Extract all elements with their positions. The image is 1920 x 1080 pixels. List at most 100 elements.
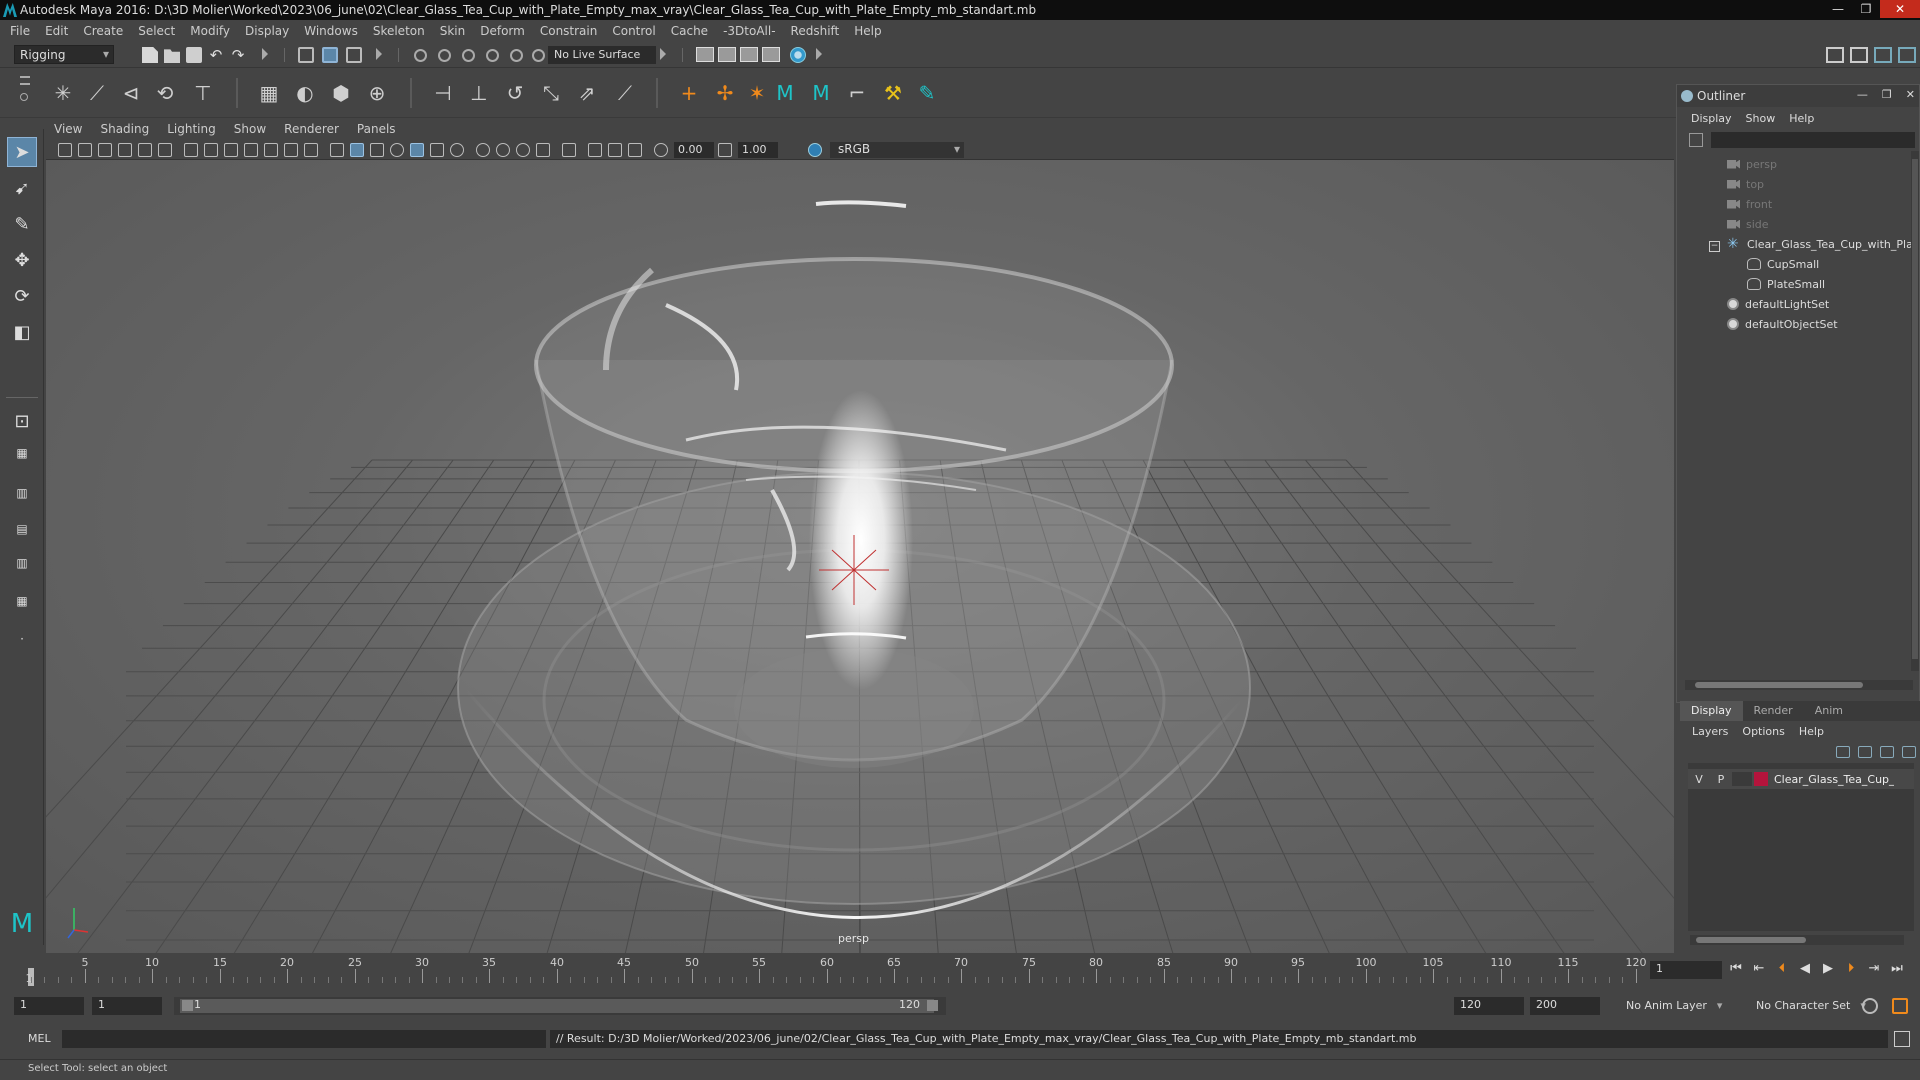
field-chart-icon[interactable] [264, 143, 278, 157]
insert-joint-icon[interactable]: ⟋ [84, 80, 110, 106]
exposure-field[interactable]: 0.00 [674, 142, 714, 158]
persp-outliner-layout-icon[interactable]: ▥ [7, 483, 37, 503]
channel-box-icon[interactable] [1874, 47, 1892, 63]
locator-icon[interactable]: + [676, 80, 702, 106]
gamma-icon[interactable] [718, 143, 732, 157]
play-backwards-icon[interactable]: ◀ [1799, 961, 1811, 976]
select-component-icon[interactable] [346, 47, 362, 63]
scale-tool-icon[interactable]: ◧ [7, 317, 37, 347]
render-view-icon[interactable] [696, 47, 714, 62]
modeling-toolkit-icon[interactable] [1826, 47, 1844, 63]
character-set-dropdown[interactable]: No Character Set [1750, 997, 1880, 1015]
menu-constrain[interactable]: Constrain [540, 24, 598, 38]
aim-constraint-icon[interactable]: ⇗ [574, 80, 600, 106]
playback-end-field[interactable]: 120 [1454, 997, 1524, 1015]
lasso-tool-icon[interactable]: ➹ [7, 173, 37, 203]
panel-menu-renderer[interactable]: Renderer [284, 122, 339, 136]
outliner-horizontal-scrollbar[interactable] [1685, 680, 1913, 690]
menu-skeleton[interactable]: Skeleton [373, 24, 425, 38]
panel-menu-lighting[interactable]: Lighting [167, 122, 216, 136]
camera-attributes-icon[interactable] [78, 143, 92, 157]
grease-pencil-icon[interactable] [158, 143, 172, 157]
outliner-menu-help[interactable]: Help [1789, 112, 1814, 125]
pole-vector-icon[interactable]: ⟋ [612, 80, 638, 106]
menu-3dtoall[interactable]: -3DtoAll- [723, 24, 775, 38]
menu-create[interactable]: Create [83, 24, 123, 38]
range-thumb[interactable] [180, 999, 934, 1013]
render-current-frame-icon[interactable] [718, 47, 736, 62]
menu-display[interactable]: Display [245, 24, 289, 38]
menu-deform[interactable]: Deform [480, 24, 525, 38]
layer-menu-layers[interactable]: Layers [1692, 725, 1728, 738]
panel-menu-show[interactable]: Show [234, 122, 266, 136]
step-forward-key-icon[interactable]: ⇥ [1868, 961, 1880, 976]
outliner-persp-layout-icon[interactable]: ▦ [7, 591, 37, 611]
layer-editor-icon[interactable] [1898, 47, 1916, 63]
expand-section-icon[interactable] [660, 48, 666, 60]
layer-horizontal-scrollbar[interactable] [1690, 935, 1904, 945]
persp-graph-layout-icon[interactable]: ▤ [7, 519, 37, 539]
custom-layout-icon[interactable]: · [7, 629, 37, 649]
hypershade-icon[interactable] [790, 47, 806, 63]
menu-edit[interactable]: Edit [45, 24, 68, 38]
xray-joints-icon[interactable] [628, 143, 642, 157]
panel-menu-shading[interactable]: Shading [100, 122, 149, 136]
close-button[interactable]: ✕ [1906, 88, 1915, 101]
custom-tool-icon[interactable]: ✎ [914, 80, 940, 106]
maximize-button[interactable]: ❐ [1882, 88, 1892, 101]
attribute-editor-icon[interactable] [1850, 47, 1868, 63]
layer-visibility-toggle[interactable]: V [1688, 773, 1710, 786]
rotate-tool-icon[interactable]: ⟳ [7, 281, 37, 311]
ipr-render-icon[interactable] [740, 47, 758, 62]
panel-menu-panels[interactable]: Panels [357, 122, 396, 136]
snap-view-plane-icon[interactable] [486, 49, 499, 62]
orient-joint-icon[interactable]: ⟲ [152, 80, 178, 106]
step-back-key-icon[interactable]: ⇤ [1753, 961, 1765, 976]
render-settings-icon[interactable] [762, 47, 780, 62]
playback-start-field[interactable]: 1 [92, 997, 162, 1015]
outliner-search-input[interactable] [1711, 132, 1915, 148]
menu-help[interactable]: Help [854, 24, 881, 38]
menu-modify[interactable]: Modify [190, 24, 230, 38]
wireframe-on-shaded-icon[interactable] [390, 143, 404, 157]
outliner-menu-display[interactable]: Display [1691, 112, 1732, 125]
layer-playback-toggle[interactable]: P [1710, 773, 1732, 786]
hik-icon[interactable]: M [772, 80, 798, 106]
menu-file[interactable]: File [10, 24, 30, 38]
live-surface-field[interactable]: No Live Surface [548, 46, 656, 64]
expand-section-icon[interactable] [262, 48, 268, 60]
film-gate-icon[interactable] [204, 143, 218, 157]
animation-end-field[interactable]: 200 [1530, 997, 1600, 1015]
orient-constraint-icon[interactable]: ↺ [502, 80, 528, 106]
resolution-gate-icon[interactable] [224, 143, 238, 157]
tree-item-side[interactable]: side [1727, 214, 1769, 234]
minimize-button[interactable]: — [1857, 88, 1868, 101]
menu-skin[interactable]: Skin [440, 24, 466, 38]
save-scene-icon[interactable] [186, 47, 202, 63]
menu-windows[interactable]: Windows [304, 24, 358, 38]
tree-item-defaultobjectset[interactable]: defaultObjectSet [1727, 314, 1838, 334]
safe-action-icon[interactable] [284, 143, 298, 157]
screen-space-ao-icon[interactable] [476, 143, 490, 157]
paint-weights-icon[interactable]: ◐ [292, 80, 318, 106]
joint-tool-icon[interactable]: ✳ [50, 80, 76, 106]
tree-item-cupsmall[interactable]: CupSmall [1747, 254, 1819, 274]
menu-redshift[interactable]: Redshift [791, 24, 840, 38]
default-material-icon[interactable] [370, 143, 384, 157]
menu-cache[interactable]: Cache [671, 24, 708, 38]
animation-preferences-icon[interactable] [1892, 998, 1908, 1014]
gamma-field[interactable]: 1.00 [738, 142, 778, 158]
outliner-menu-show[interactable]: Show [1746, 112, 1776, 125]
script-editor-icon[interactable] [1894, 1031, 1910, 1047]
close-button[interactable]: ✕ [1880, 0, 1920, 18]
new-scene-icon[interactable] [142, 47, 158, 63]
redo-icon[interactable]: ↷ [230, 47, 246, 63]
tree-item-defaultlightset[interactable]: defaultLightSet [1727, 294, 1829, 314]
hik-character-icon[interactable]: M [808, 80, 834, 106]
multisample-aa-icon[interactable] [516, 143, 530, 157]
script-button-icon[interactable]: ⚒ [880, 80, 906, 106]
tab-display[interactable]: Display [1680, 701, 1743, 721]
undo-icon[interactable]: ↶ [208, 47, 224, 63]
wireframe-icon[interactable] [330, 143, 344, 157]
snap-curve-icon[interactable] [438, 49, 451, 62]
